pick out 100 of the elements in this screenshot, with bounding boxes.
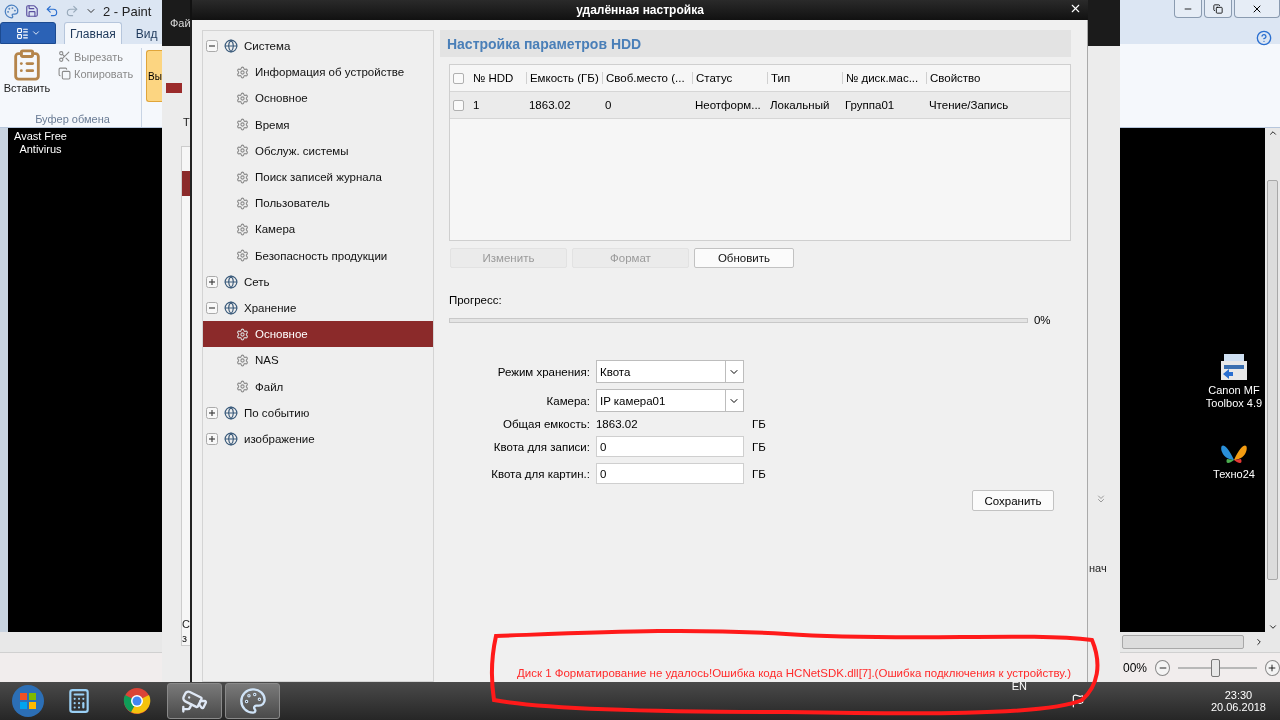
table-row[interactable]: 1 1863.02 0 Неотформ... Локальный Группа01 Чтение/Запись: [449, 92, 1070, 119]
column-header[interactable]: № диск.мас...: [841, 72, 926, 84]
caret-icon: [30, 28, 41, 38]
plus-icon: [1267, 662, 1278, 673]
tree-item[interactable]: Камера: [203, 216, 433, 243]
paste-button[interactable]: Вставить: [4, 48, 50, 113]
input-field[interactable]: 0: [595, 436, 744, 457]
zoom-in-button[interactable]: [1264, 659, 1280, 676]
close-icon: [1069, 2, 1082, 15]
camera-icon: [180, 687, 209, 715]
tab-label[interactable]: Т: [183, 116, 190, 128]
expand-icon[interactable]: [206, 406, 218, 419]
scrollbar-thumb[interactable]: [1267, 180, 1278, 580]
tree-item[interactable]: Хранение: [203, 294, 433, 322]
unit-label: ГБ: [750, 440, 767, 453]
tree-item[interactable]: Основное: [203, 321, 433, 348]
zoom-out-button[interactable]: [1155, 659, 1171, 676]
error-message: Диск 1 Форматирование не удалось!Ошибка кода HCNetSDK.dll[7].(Ошибка подключения к устройству.): [516, 667, 1071, 679]
action-button[interactable]: Обновить: [693, 248, 794, 268]
globe-icon: [224, 431, 238, 446]
tree-item[interactable]: Поиск записей журнала: [203, 163, 433, 191]
table-cell-text: Локальный: [768, 99, 831, 111]
tree-item[interactable]: Система: [203, 33, 433, 60]
dropdown[interactable]: Квота: [595, 360, 744, 383]
field-label: Квота для картин.:: [490, 467, 590, 480]
tree-item[interactable]: Обслуж. системы: [203, 137, 433, 164]
table-cell-text: Группа01: [843, 99, 896, 111]
collapse-icon[interactable]: [206, 40, 218, 53]
column-header[interactable]: Статус: [691, 72, 767, 84]
table-cell-text: 1863.02: [527, 99, 572, 111]
tree-item[interactable]: Безопасность продукции: [203, 242, 433, 269]
desktop-label: Техно24: [1213, 468, 1255, 481]
scrollbar-thumb[interactable]: [1122, 635, 1244, 649]
tree-item[interactable]: Пользователь: [203, 190, 433, 217]
taskbar-app[interactable]: [225, 683, 280, 719]
taskbar-app[interactable]: [167, 683, 222, 719]
scissors-icon: [58, 50, 71, 63]
restore-icon: [1213, 3, 1223, 14]
printer-icon: [1220, 352, 1248, 382]
scroll-right-icon[interactable]: [1254, 637, 1264, 647]
collapse-icon[interactable]: [1095, 493, 1107, 505]
ribbon-tab[interactable]: Вид: [129, 22, 164, 44]
desktop-label: Avast Free Antivirus: [14, 130, 67, 156]
dropdown[interactable]: IP камера01: [595, 389, 744, 412]
gear-icon: [236, 249, 249, 263]
column-header[interactable]: Емкость (ГБ): [525, 72, 602, 84]
checkbox[interactable]: [452, 72, 464, 84]
column-header[interactable]: № HDD: [469, 72, 514, 84]
globe-icon: [224, 39, 238, 54]
tree-item[interactable]: NAS: [203, 347, 433, 374]
ribbon-tab[interactable]: Главная: [64, 22, 122, 44]
copy-icon: [58, 67, 71, 80]
language-indicator[interactable]: EN: [1011, 680, 1027, 692]
column-header[interactable]: Свойство: [925, 72, 1070, 84]
clock-time[interactable]: 23:30: [1224, 689, 1253, 701]
tree-item[interactable]: По событию: [203, 399, 433, 426]
gear-icon: [236, 65, 249, 79]
collapse-icon[interactable]: [206, 301, 218, 314]
progress-label: Прогресс:: [448, 294, 502, 306]
flag-icon[interactable]: [1070, 694, 1085, 708]
save-icon[interactable]: [25, 4, 39, 18]
table-cell-text: Чтение/Запись: [927, 99, 1010, 111]
tree-item[interactable]: Основное: [203, 85, 433, 112]
group-label: Буфер обмена: [34, 113, 111, 127]
tree-item[interactable]: Сеть: [203, 268, 433, 295]
browser-icon: [122, 687, 151, 715]
tree-item[interactable]: Время: [203, 111, 433, 138]
slider-thumb[interactable]: [1211, 658, 1221, 677]
globe-icon: [224, 300, 238, 315]
column-header[interactable]: Своб.место (...: [601, 72, 692, 84]
clock-date[interactable]: 20.06.2018: [1210, 701, 1266, 713]
file-menu-button[interactable]: [0, 22, 56, 44]
tree-item[interactable]: Файл: [203, 373, 433, 400]
checkbox[interactable]: [452, 99, 464, 111]
field-value: 1863.02: [595, 418, 639, 430]
tree-item[interactable]: Информация об устройстве: [203, 59, 433, 86]
tree-item[interactable]: изображение: [203, 425, 433, 452]
unit-label: ГБ: [750, 467, 767, 480]
gear-icon: [236, 91, 249, 105]
gear-icon: [236, 118, 249, 132]
save-button[interactable]: Сохранить: [972, 490, 1054, 511]
restore-button[interactable]: [1204, 0, 1232, 18]
table-cell-text: 1: [471, 99, 480, 111]
scroll-down-icon[interactable]: [1267, 622, 1278, 632]
menu-item[interactable]: Фай: [170, 17, 191, 29]
input-field[interactable]: 0: [595, 463, 744, 484]
app-icon: [166, 83, 182, 93]
table-cell-text: Неотформ...: [693, 99, 762, 111]
scroll-up-icon[interactable]: [1267, 128, 1278, 138]
expand-icon[interactable]: [206, 275, 218, 288]
expand-icon[interactable]: [206, 432, 218, 445]
window-title: 2 - Paint: [103, 3, 152, 19]
selection-bar: [182, 171, 190, 196]
help-icon[interactable]: [1256, 30, 1272, 46]
globe-icon: [224, 405, 238, 420]
field-label: Камера:: [545, 394, 590, 407]
close-button[interactable]: [1069, 2, 1082, 15]
column-header[interactable]: Тип: [766, 72, 842, 84]
gear-icon: [236, 196, 249, 210]
undo-icon[interactable]: [45, 4, 59, 18]
